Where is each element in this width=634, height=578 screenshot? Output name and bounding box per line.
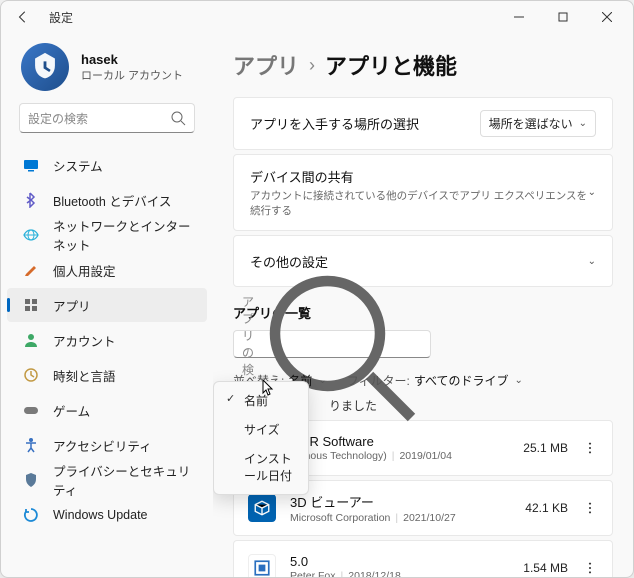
app-name: 3D ビューアー [290,492,512,511]
personalize-icon [23,262,39,278]
sidebar-item-accessibility[interactable]: アクセシビリティ [7,428,207,462]
app-size: 25.1 MB [512,441,568,455]
settings-window: 設定 hasek ローカル アカウント 設定の検索 システム Bluetooth … [0,0,634,578]
titlebar: 設定 [1,1,633,33]
source-dropdown[interactable]: 場所を選ばない ⌄ [480,110,596,137]
sort-option[interactable]: 名前 [218,386,304,415]
sidebar-item-label: アプリ [53,296,91,315]
chevron-down-icon: ⌄ [588,187,596,198]
account-icon [23,332,39,348]
card-label: デバイス間の共有 [250,167,588,186]
card-desc: アカウントに接続されている他のデバイスでアプリ エクスペリエンスを続行する [250,188,588,218]
breadcrumb-current: アプリと機能 [325,49,457,81]
sidebar-item-apps[interactable]: アプリ [7,288,207,322]
settings-search[interactable]: 設定の検索 [19,103,195,133]
sidebar-item-label: 個人用設定 [53,261,116,280]
app-size: 1.54 MB [512,561,568,575]
card-app-source: アプリを入手する場所の選択 場所を選ばない ⌄ [233,97,613,150]
more-button[interactable] [576,554,604,577]
accessibility-icon [23,437,39,453]
search-icon [170,110,186,126]
close-button[interactable] [585,2,629,32]
sidebar-item-label: システム [53,156,103,175]
window-title: 設定 [49,9,73,26]
sidebar-item-privacy[interactable]: プライバシーとセキュリティ [7,463,207,497]
app-search-input[interactable]: アプリの検索 [233,330,431,358]
update-icon [23,507,39,523]
sidebar: hasek ローカル アカウント 設定の検索 システム Bluetooth とデバ… [1,33,213,577]
network-icon [23,227,39,243]
search-placeholder: 設定の検索 [28,110,170,127]
chevron-down-icon: ⌄ [318,375,326,386]
sidebar-item-label: アカウント [53,331,116,350]
chevron-down-icon: ⌄ [588,256,596,267]
avatar [21,43,69,91]
apps-icon [23,297,39,313]
app-meta: Microsoft Corporation|2021/10/27 [290,512,512,524]
sidebar-item-label: Windows Update [53,508,148,522]
maximize-button[interactable] [541,2,585,32]
user-profile[interactable]: hasek ローカル アカウント [1,39,213,103]
more-button[interactable] [576,494,604,522]
breadcrumb: アプリ › アプリと機能 [233,49,613,81]
nav-list: システム Bluetooth とデバイスネットワークとインターネット個人用設定アプ… [1,143,213,569]
app-meta: Peter Fox|2018/12/18 [290,570,512,577]
minimize-button[interactable] [497,2,541,32]
time-icon [23,367,39,383]
system-icon [23,157,39,173]
filter-dropdown[interactable]: フィルター: すべてのドライブ ⌄ [347,372,523,389]
app-name: 5.0 [290,554,512,569]
sidebar-item-label: 時刻と言語 [53,366,116,385]
sidebar-item-system[interactable]: システム [7,148,207,182]
sidebar-item-label: アクセシビリティ [53,436,152,455]
chevron-down-icon: ⌄ [515,375,523,386]
back-button[interactable] [9,3,37,31]
privacy-icon [23,472,39,488]
sidebar-item-bluetooth[interactable]: Bluetooth とデバイス [7,183,207,217]
sidebar-item-network[interactable]: ネットワークとインターネット [7,218,207,252]
sidebar-item-label: Bluetooth とデバイス [53,191,171,210]
breadcrumb-parent[interactable]: アプリ [233,49,299,81]
app-row[interactable]: 5.0Peter Fox|2018/12/181.54 MB [233,540,613,577]
chevron-right-icon: › [309,55,315,76]
sort-menu: 名前サイズインストール日付 [213,381,309,495]
sidebar-item-time[interactable]: 時刻と言語 [7,358,207,392]
sidebar-item-label: ネットワークとインターネット [53,216,191,254]
card-label: アプリを入手する場所の選択 [250,114,480,133]
sidebar-item-label: プライバシーとセキュリティ [53,461,191,499]
more-button[interactable] [576,434,604,462]
app-name: OCR Software [290,434,512,449]
sidebar-item-update[interactable]: Windows Update [7,498,207,532]
sidebar-item-account[interactable]: アカウント [7,323,207,357]
sidebar-item-gaming[interactable]: ゲーム [7,393,207,427]
app-meta: nomous Technology)|2019/01/04 [290,450,512,462]
chevron-down-icon: ⌄ [579,118,587,129]
card-device-share[interactable]: デバイス間の共有 アカウントに接続されている他のデバイスでアプリ エクスペリエン… [233,154,613,231]
sidebar-item-label: ゲーム [53,401,90,420]
content-area: アプリ › アプリと機能 アプリを入手する場所の選択 場所を選ばない ⌄ デバイ… [213,33,633,577]
app-size: 42.1 KB [512,501,568,515]
account-type: ローカル アカウント [81,67,183,83]
sort-option[interactable]: サイズ [218,415,304,444]
gaming-icon [23,402,39,418]
sort-option[interactable]: インストール日付 [218,444,304,490]
bluetooth-icon [23,192,39,208]
user-name: hasek [81,52,183,67]
sidebar-item-personalize[interactable]: 個人用設定 [7,253,207,287]
